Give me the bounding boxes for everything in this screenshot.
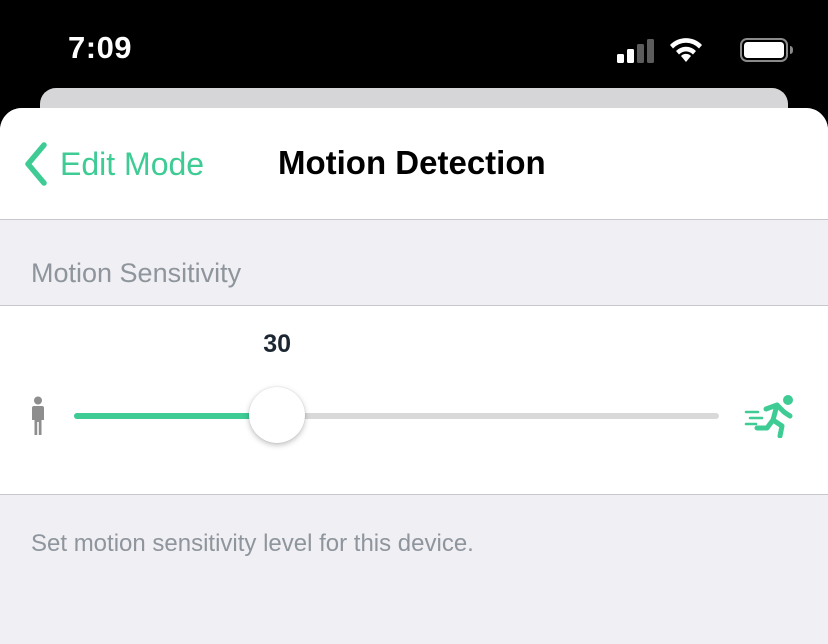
slider-value-label: 30: [263, 330, 292, 358]
page-title: Motion Detection: [278, 144, 546, 181]
signal-icon: [617, 39, 654, 63]
sensitivity-slider-track[interactable]: [74, 413, 719, 419]
status-icons: [594, 36, 794, 64]
navigation-bar: Edit Mode Motion Detection: [0, 108, 828, 220]
back-button[interactable]: Edit Mode: [22, 138, 204, 190]
sensitivity-slider-thumb[interactable]: [249, 387, 306, 443]
status-time: 7:09: [68, 30, 133, 65]
chevron-left-icon: [25, 142, 47, 186]
status-bar: 7:09: [0, 0, 828, 100]
back-button-label: Edit Mode: [60, 145, 205, 182]
running-person-icon: [744, 395, 793, 438]
battery-icon: [740, 38, 793, 62]
sensitivity-slider-fill: [74, 413, 278, 419]
wifi-icon: [670, 38, 702, 62]
modal-sheet: Edit Mode Motion Detection Motion Sensit…: [0, 108, 828, 644]
sensitivity-slider-panel: 30: [0, 305, 828, 495]
description-text: Set motion sensitivity level for this de…: [31, 530, 474, 557]
walking-person-icon: [32, 396, 44, 435]
section-header: Motion Sensitivity: [31, 258, 242, 288]
